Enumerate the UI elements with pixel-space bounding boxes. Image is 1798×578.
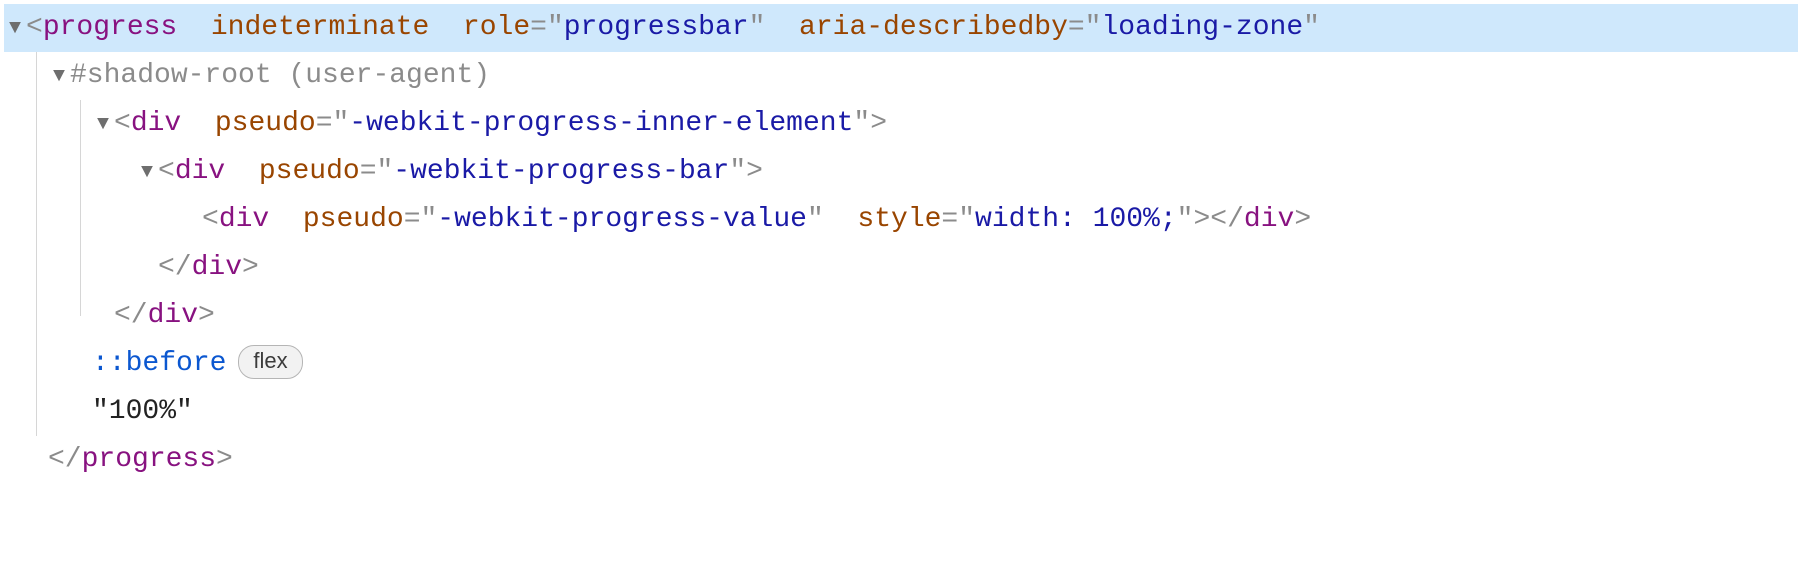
shadow-root-label: #shadow-root (user-agent) xyxy=(70,52,490,100)
dom-node-progress-bar-open[interactable]: ▼ <div pseudo="-webkit-progress-bar"> xyxy=(4,148,1798,196)
pseudo-element-label: ::before xyxy=(92,340,226,388)
dom-node-shadow-root[interactable]: ▼ #shadow-root (user-agent) xyxy=(4,52,1798,100)
tag-open: <div pseudo="-webkit-progress-bar"> xyxy=(158,148,763,196)
text-node-value: "100%" xyxy=(92,388,193,436)
tag-close: </div> xyxy=(114,292,215,340)
dom-node-before-pseudo[interactable]: ::before flex xyxy=(4,340,1798,388)
dom-node-inner-element-close[interactable]: </div> xyxy=(4,292,1798,340)
dom-tree: ▼ <progress indeterminate role="progress… xyxy=(0,0,1798,488)
tag-open: <progress indeterminate role="progressba… xyxy=(26,4,1320,52)
flex-badge[interactable]: flex xyxy=(238,345,302,379)
disclosure-triangle-icon[interactable]: ▼ xyxy=(4,12,26,46)
dom-node-inner-element-open[interactable]: ▼ <div pseudo="-webkit-progress-inner-el… xyxy=(4,100,1798,148)
disclosure-triangle-icon[interactable]: ▼ xyxy=(48,60,70,94)
disclosure-triangle-icon[interactable]: ▼ xyxy=(92,108,114,142)
dom-node-progress-value[interactable]: <div pseudo="-webkit-progress-value" sty… xyxy=(4,196,1798,244)
tag-close: </div> xyxy=(158,244,259,292)
disclosure-triangle-icon[interactable]: ▼ xyxy=(136,156,158,190)
dom-node-progress-close[interactable]: </progress> xyxy=(4,436,1798,484)
dom-node-progress-open[interactable]: ▼ <progress indeterminate role="progress… xyxy=(4,4,1798,52)
dom-text-node[interactable]: "100%" xyxy=(4,388,1798,436)
tag-self-close: <div pseudo="-webkit-progress-value" sty… xyxy=(202,196,1311,244)
tag-open: <div pseudo="-webkit-progress-inner-elem… xyxy=(114,100,887,148)
dom-node-progress-bar-close[interactable]: </div> xyxy=(4,244,1798,292)
tag-close: </progress> xyxy=(48,436,233,484)
